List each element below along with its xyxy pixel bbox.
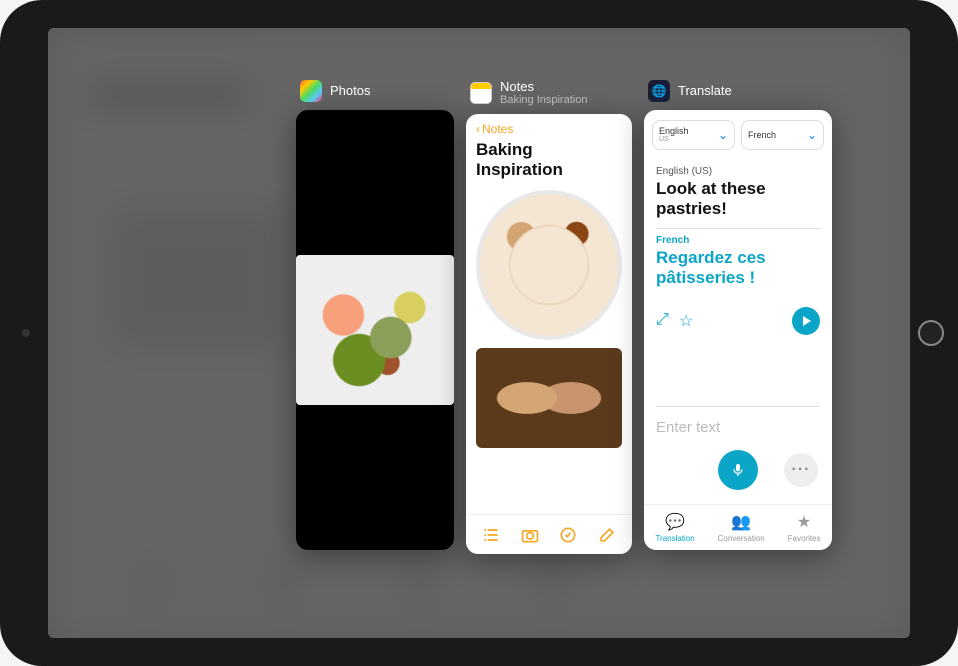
target-language-selector[interactable]: French ⌄ [741,120,824,150]
tab-label: Favorites [788,534,821,543]
target-language-label: French [656,235,820,246]
app-switcher[interactable]: Photos Notes Baking Inspiration [48,28,910,638]
chevron-down-icon: ⌄ [718,128,728,142]
compose-icon[interactable] [597,525,617,545]
checklist-icon[interactable] [481,525,501,545]
play-audio-button[interactable] [792,307,820,335]
tab-label: Conversation [718,534,765,543]
translate-app-icon [648,80,670,102]
bread-plate-image [476,348,622,448]
microphone-button[interactable] [718,450,758,490]
text-input[interactable]: Enter text [644,419,832,436]
notes-toolbar [466,514,632,554]
tab-label: Translation [655,534,694,543]
more-options-button[interactable]: ··· [784,453,818,487]
screen: Photos Notes Baking Inspiration [48,28,910,638]
favorite-star-icon[interactable]: ☆ [679,311,693,331]
app-name-label: Translate [678,84,732,98]
chevron-left-icon: ‹ [476,122,480,136]
source-lang-sub: US [659,136,689,143]
note-title: Baking Inspiration [476,140,622,180]
translated-text: Regardez ces pâtisseries ! [656,248,820,289]
translation-icon: 💬 [665,512,685,532]
photos-card-preview[interactable] [296,110,454,550]
tab-favorites[interactable]: ★ Favorites [788,512,821,543]
markup-icon[interactable] [558,525,578,545]
translate-tabbar: 💬 Translation 👥 Conversation ★ Favorites [644,504,832,550]
source-language-selector[interactable]: English US ⌄ [652,120,735,150]
ipad-frame: Photos Notes Baking Inspiration [0,0,958,666]
source-language-label: English (US) [656,166,820,177]
food-plate-photo [296,255,454,405]
chevron-down-icon: ⌄ [807,128,817,142]
app-header: Photos [296,80,454,102]
tab-translation[interactable]: 💬 Translation [655,512,694,543]
tab-conversation[interactable]: 👥 Conversation [718,512,765,543]
conversation-icon: 👥 [731,512,751,532]
notes-back-button[interactable]: ‹ Notes [476,122,622,136]
app-header: Translate [644,80,832,102]
switcher-card-translate[interactable]: Translate English US ⌄ French [644,80,832,550]
divider [656,228,820,229]
note-body [466,184,632,514]
camera-icon[interactable] [520,525,540,545]
source-lang-name: English [659,127,689,136]
photos-app-icon [300,80,322,102]
notes-card-preview[interactable]: ‹ Notes Baking Inspiration [466,114,632,554]
app-name-label: Notes [500,80,587,94]
translate-card-preview[interactable]: English US ⌄ French ⌄ English (US) Look … [644,110,832,550]
app-header: Notes Baking Inspiration [466,80,632,106]
switcher-card-notes[interactable]: Notes Baking Inspiration ‹ Notes Baking … [466,80,632,554]
home-button[interactable] [918,320,944,346]
divider [656,406,820,407]
target-lang-name: French [748,130,776,140]
back-label: Notes [482,122,513,136]
pastries-plate-image [476,190,622,340]
favorites-star-icon: ★ [797,512,811,532]
expand-icon[interactable]: ⤢ [656,311,669,331]
app-subtitle-label: Baking Inspiration [500,94,587,106]
switcher-card-photos[interactable]: Photos [296,80,454,550]
notes-app-icon [470,82,492,104]
app-name-label: Photos [330,84,370,98]
source-text: Look at these pastries! [656,179,820,220]
front-camera [22,329,30,337]
